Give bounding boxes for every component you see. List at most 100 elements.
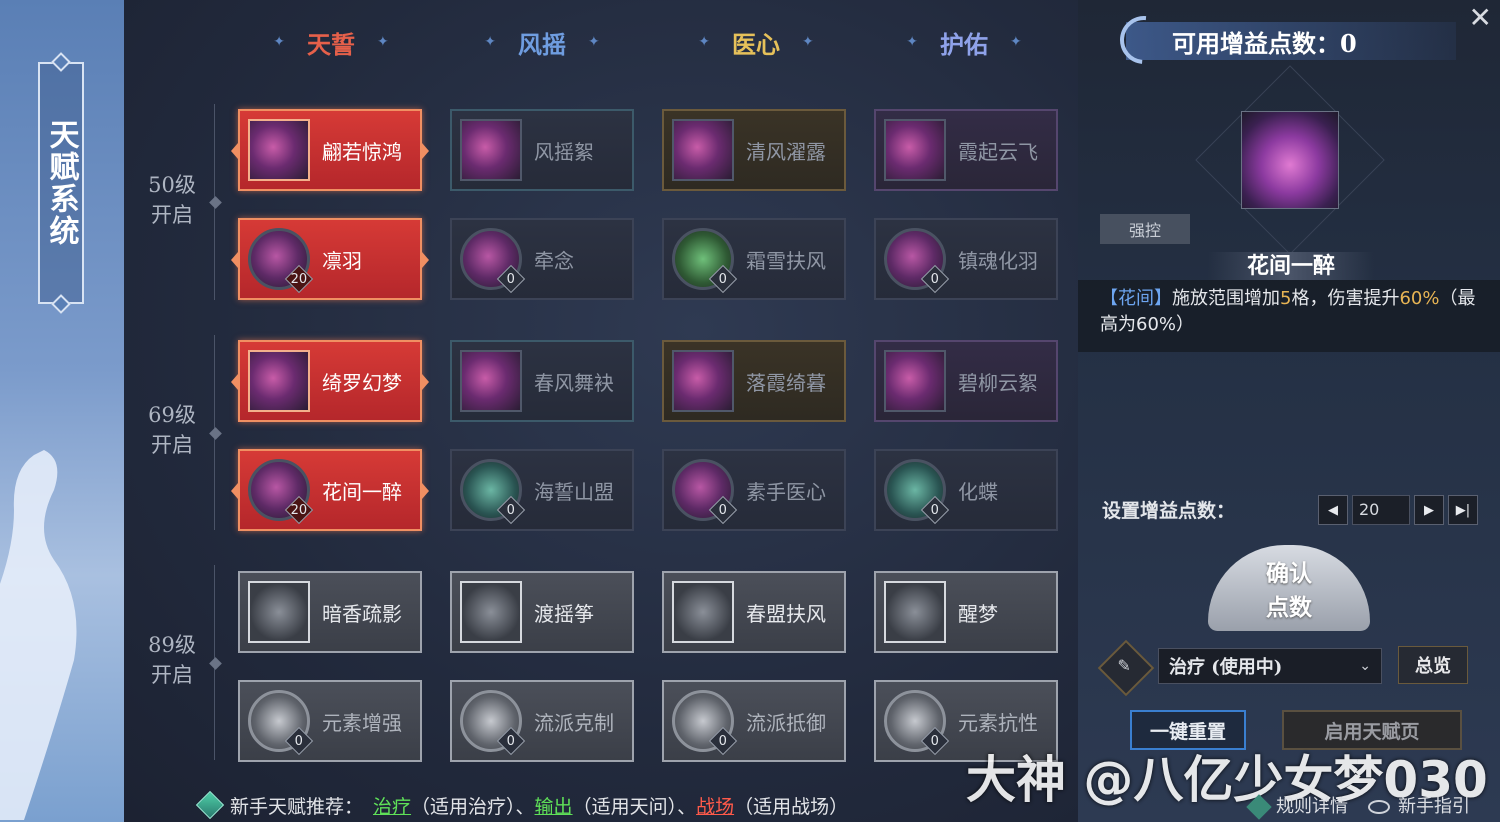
point-count: 20 xyxy=(290,271,308,287)
talent-card[interactable]: 0 牵念 xyxy=(450,218,634,300)
element-orb-icon: 0 xyxy=(672,690,738,756)
talent-name: 流派克制 xyxy=(534,710,614,735)
talent-card[interactable]: 0 元素增强 xyxy=(238,680,422,762)
edit-icon: ✎ xyxy=(1117,655,1131,675)
talent-card[interactable]: 暗香疏影 xyxy=(238,571,422,653)
talent-card[interactable]: 醒梦 xyxy=(874,571,1058,653)
blossom-icon xyxy=(884,350,946,412)
rec-suffix: （适用战场） xyxy=(734,795,849,818)
ornament-icon: ✦ xyxy=(698,34,710,50)
selected-skill-icon xyxy=(1241,111,1339,209)
talent-name: 镇魂化羽 xyxy=(958,248,1038,273)
point-count-badge: 20 xyxy=(284,264,314,294)
column-label: 风摇 xyxy=(518,29,566,59)
lotus-icon xyxy=(460,581,522,643)
talent-card[interactable]: 绮罗幻梦 xyxy=(231,340,429,422)
point-count-badge: 0 xyxy=(708,264,738,294)
point-count: 0 xyxy=(718,502,728,518)
column-label: 天誓 xyxy=(307,29,355,59)
level-value: 89级 xyxy=(148,633,196,657)
rules-link[interactable]: 规则详情 xyxy=(1246,792,1348,820)
talent-name: 绮罗幻梦 xyxy=(322,370,402,395)
talent-card[interactable]: 0 化蝶 xyxy=(874,449,1058,531)
talent-card[interactable]: 20 花间一醉 xyxy=(231,449,429,531)
decrement-button[interactable]: ◀ xyxy=(1318,495,1348,525)
petal-icon xyxy=(248,350,310,412)
talent-name: 元素抗性 xyxy=(958,710,1038,735)
ornament-icon: ✦ xyxy=(377,34,389,50)
point-count: 0 xyxy=(506,271,516,287)
selected-skill-name: 花间一醉 xyxy=(1208,252,1374,280)
talent-name: 碧柳云絮 xyxy=(958,370,1038,395)
desc-number: 5 xyxy=(1280,288,1292,309)
confirm-points-button[interactable]: 确认 点数 xyxy=(1208,545,1370,631)
moon-icon xyxy=(1110,6,1178,74)
talent-name: 清风濯露 xyxy=(746,139,826,164)
plan-select-value: 治疗 (使用中) xyxy=(1169,657,1283,678)
point-count: 0 xyxy=(294,733,304,749)
talent-card[interactable]: 0 镇魂化羽 xyxy=(874,218,1058,300)
rec-suffix: （适用天问）、 xyxy=(572,795,697,818)
level-text: 开启 xyxy=(151,433,193,457)
talent-name: 落霞绮暮 xyxy=(746,370,826,395)
question-icon xyxy=(1246,794,1272,820)
talent-card[interactable]: 渡摇筝 xyxy=(450,571,634,653)
column-label: 医心 xyxy=(732,29,780,59)
talent-card[interactable]: 0 霜雪扶风 xyxy=(662,218,846,300)
talent-card[interactable]: 0 海誓山盟 xyxy=(450,449,634,531)
edit-plan-button[interactable]: ✎ xyxy=(1097,639,1155,697)
talent-card[interactable]: 0 流派克制 xyxy=(450,680,634,762)
rec-link-dps[interactable]: 输出 xyxy=(535,796,573,818)
point-count: 0 xyxy=(930,733,940,749)
dancer-icon xyxy=(884,119,946,181)
rec-link-battlefield[interactable]: 战场 xyxy=(696,796,734,818)
talent-card[interactable]: 翩若惊鸿 xyxy=(231,109,429,191)
column-label: 护佑 xyxy=(940,29,988,59)
talent-name: 海誓山盟 xyxy=(534,479,614,504)
talent-card[interactable]: 风摇絮 xyxy=(450,109,634,191)
desc-text: 格，伤害提升 xyxy=(1291,288,1400,309)
element-orb-icon: 0 xyxy=(460,690,526,756)
banner-cap xyxy=(51,294,71,314)
column-header: ✦ 医心 ✦ xyxy=(661,24,851,60)
talent-card[interactable]: 碧柳云絮 xyxy=(874,340,1058,422)
point-count-badge: 0 xyxy=(496,495,526,525)
talent-card[interactable]: 落霞绮暮 xyxy=(662,340,846,422)
skill-description: 【花间】施放范围增加5格，伤害提升60%（最高为60%） xyxy=(1078,280,1500,352)
level-unlock-label: 89级开启 xyxy=(148,630,196,690)
points-value-input[interactable]: 20 xyxy=(1352,495,1410,525)
confirm-label: 点数 xyxy=(1266,594,1312,621)
plan-select[interactable]: 治疗 (使用中) ⌄ xyxy=(1158,648,1382,684)
side-decoration: 天赋系统 xyxy=(0,0,124,822)
level-text: 开启 xyxy=(151,663,193,687)
increment-button[interactable]: ▶ xyxy=(1414,495,1444,525)
talent-name: 春盟扶风 xyxy=(746,601,826,626)
talent-card[interactable]: 春风舞袂 xyxy=(450,340,634,422)
rec-link-heal[interactable]: 治疗 xyxy=(373,796,411,818)
level-value: 69级 xyxy=(148,403,196,427)
point-count: 0 xyxy=(718,733,728,749)
window-title-banner: 天赋系统 xyxy=(38,52,84,314)
element-orb-icon: 0 xyxy=(884,690,950,756)
talent-card[interactable]: 0 素手医心 xyxy=(662,449,846,531)
point-count: 0 xyxy=(506,502,516,518)
window-title: 天赋系统 xyxy=(43,119,79,247)
point-count: 0 xyxy=(930,502,940,518)
max-button[interactable]: ▶| xyxy=(1448,495,1478,525)
overview-button[interactable]: 总览 xyxy=(1398,646,1468,684)
talent-card[interactable]: 清风濯露 xyxy=(662,109,846,191)
column-header: ✦ 天誓 ✦ xyxy=(236,24,426,60)
point-count: 0 xyxy=(506,733,516,749)
talent-card[interactable]: 霞起云飞 xyxy=(874,109,1058,191)
guide-label: 新手指引 xyxy=(1398,796,1470,817)
talent-card[interactable]: 20 凛羽 xyxy=(231,218,429,300)
talent-card[interactable]: 0 流派抵御 xyxy=(662,680,846,762)
level-value: 50级 xyxy=(148,173,196,197)
guide-link[interactable]: 新手指引 xyxy=(1368,792,1470,818)
point-count-badge: 0 xyxy=(920,495,950,525)
dash-icon xyxy=(248,581,310,643)
close-button[interactable]: ✕ xyxy=(1469,4,1492,32)
column-header: ✦ 风摇 ✦ xyxy=(447,24,637,60)
column-header: ✦ 护佑 ✦ xyxy=(869,24,1059,60)
talent-card[interactable]: 春盟扶风 xyxy=(662,571,846,653)
